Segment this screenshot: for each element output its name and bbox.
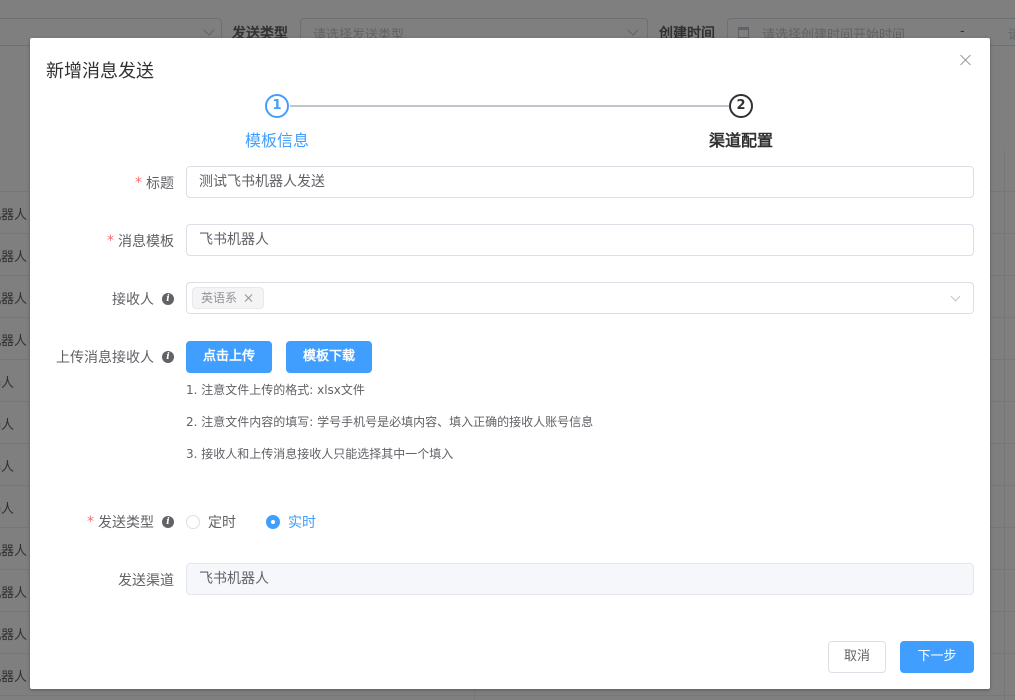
upload-label: 上传消息接收人 i — [56, 347, 174, 367]
step-1-icon: 1 — [265, 94, 289, 118]
cancel-button[interactable]: 取消 — [828, 641, 887, 673]
radio-scheduled[interactable]: 定时 — [186, 512, 236, 532]
step-1-title: 模板信息 — [244, 131, 309, 150]
send-type-label-text: 发送类型 — [98, 515, 154, 531]
required-asterisk: * — [107, 233, 114, 249]
radio-circle-icon[interactable] — [186, 515, 200, 529]
receiver-select[interactable]: 英语系 — [186, 282, 974, 314]
add-message-dialog: 新增消息发送 1 2 模板信息 渠道配置 * 标题 测试飞书机器人发送 * 消息… — [30, 38, 990, 689]
close-icon[interactable] — [958, 52, 974, 68]
title-label-text: 标题 — [146, 176, 174, 192]
upload-note: 3. 接收人和上传消息接收人只能选择其中一个填入 — [186, 447, 454, 461]
receiver-tag: 英语系 — [192, 287, 265, 309]
info-icon[interactable]: i — [162, 293, 174, 305]
send-type-label: * 发送类型 i — [87, 512, 174, 532]
template-label: * 消息模板 — [107, 231, 174, 251]
upload-notes: 1. 注意文件上传的格式: xlsx文件 2. 注意文件内容的填写: 学号手机号… — [186, 381, 593, 477]
chevron-down-icon — [950, 291, 961, 302]
step-connector-line — [290, 105, 730, 107]
step-2-title: 渠道配置 — [708, 131, 773, 150]
radio-circle-icon[interactable] — [266, 515, 280, 529]
title-input[interactable]: 测试飞书机器人发送 — [186, 166, 974, 198]
template-select[interactable]: 飞书机器人 — [186, 224, 974, 256]
receiver-label: 接收人 i — [112, 289, 174, 309]
upload-button[interactable]: 点击上传 — [186, 341, 273, 373]
channel-label-text: 发送渠道 — [118, 573, 174, 589]
radio-realtime[interactable]: 实时 — [266, 512, 316, 532]
tag-close-icon[interactable] — [243, 292, 255, 304]
info-icon[interactable]: i — [162, 516, 174, 528]
step-2-icon: 2 — [729, 94, 753, 118]
channel-input: 飞书机器人 — [186, 563, 974, 595]
required-asterisk: * — [87, 514, 94, 530]
upload-label-text: 上传消息接收人 — [56, 350, 154, 366]
template-label-text: 消息模板 — [118, 234, 174, 250]
template-download-button[interactable]: 模板下载 — [286, 341, 373, 373]
radio-label[interactable]: 实时 — [288, 512, 316, 532]
info-icon[interactable]: i — [162, 351, 174, 363]
next-step-button[interactable]: 下一步 — [900, 641, 974, 673]
upload-note: 2. 注意文件内容的填写: 学号手机号是必填内容、填入正确的接收人账号信息 — [186, 415, 594, 429]
radio-label[interactable]: 定时 — [208, 512, 236, 532]
receiver-tag-label: 英语系 — [201, 291, 238, 305]
required-asterisk: * — [135, 175, 142, 191]
receiver-label-text: 接收人 — [112, 292, 154, 308]
send-type-radio-group: 定时 实时 — [186, 512, 346, 532]
channel-label: 发送渠道 — [118, 570, 174, 590]
dialog-title: 新增消息发送 — [46, 61, 154, 82]
upload-note: 1. 注意文件上传的格式: xlsx文件 — [186, 383, 365, 397]
title-label: * 标题 — [135, 173, 174, 193]
